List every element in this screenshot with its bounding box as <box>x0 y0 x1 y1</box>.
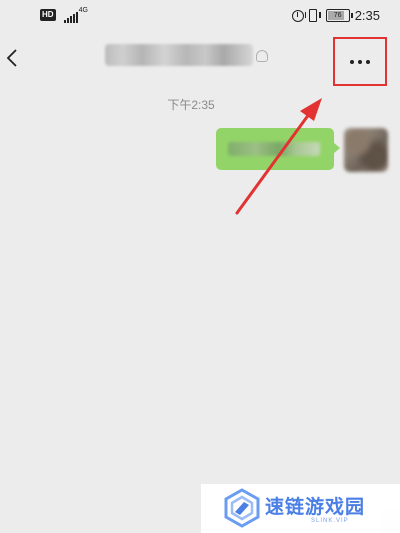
watermark-logo-icon <box>224 488 260 528</box>
signal-group: 4G <box>60 7 88 23</box>
status-right: 76 2:35 <box>291 8 380 23</box>
hd-badge: HD <box>40 9 56 21</box>
more-options-button[interactable] <box>333 37 387 86</box>
message-timestamp: 下午2:35 <box>167 98 215 112</box>
battery-icon: 76 <box>325 9 353 22</box>
profile-icon <box>256 50 268 62</box>
status-left: HD 4G <box>40 7 88 23</box>
status-time: 2:35 <box>354 8 380 23</box>
chevron-left-icon <box>6 49 17 67</box>
watermark-title: 速链游戏园 <box>265 497 366 518</box>
sent-message-bubble[interactable] <box>216 128 340 170</box>
alarm-icon <box>291 9 304 22</box>
network-type-label: 4G <box>78 7 88 14</box>
watermark: 速链游戏园 SLINK.VIP <box>201 484 400 533</box>
battery-level-label: 76 <box>333 12 342 19</box>
watermark-subtitle: SLINK.VIP <box>311 518 349 524</box>
contact-name-blurred <box>105 44 253 66</box>
chat-screen: HD 4G 76 2:35 下午2:35 速链游戏园 SLINK.VIP <box>0 0 400 533</box>
signal-icon <box>63 11 78 23</box>
more-dots-icon <box>350 59 370 64</box>
back-button[interactable] <box>2 46 26 70</box>
chat-header <box>0 34 400 86</box>
status-bar: HD 4G 76 2:35 <box>0 0 400 34</box>
message-text-blurred <box>228 142 320 156</box>
avatar[interactable] <box>344 128 388 172</box>
vibrate-icon <box>304 9 321 22</box>
